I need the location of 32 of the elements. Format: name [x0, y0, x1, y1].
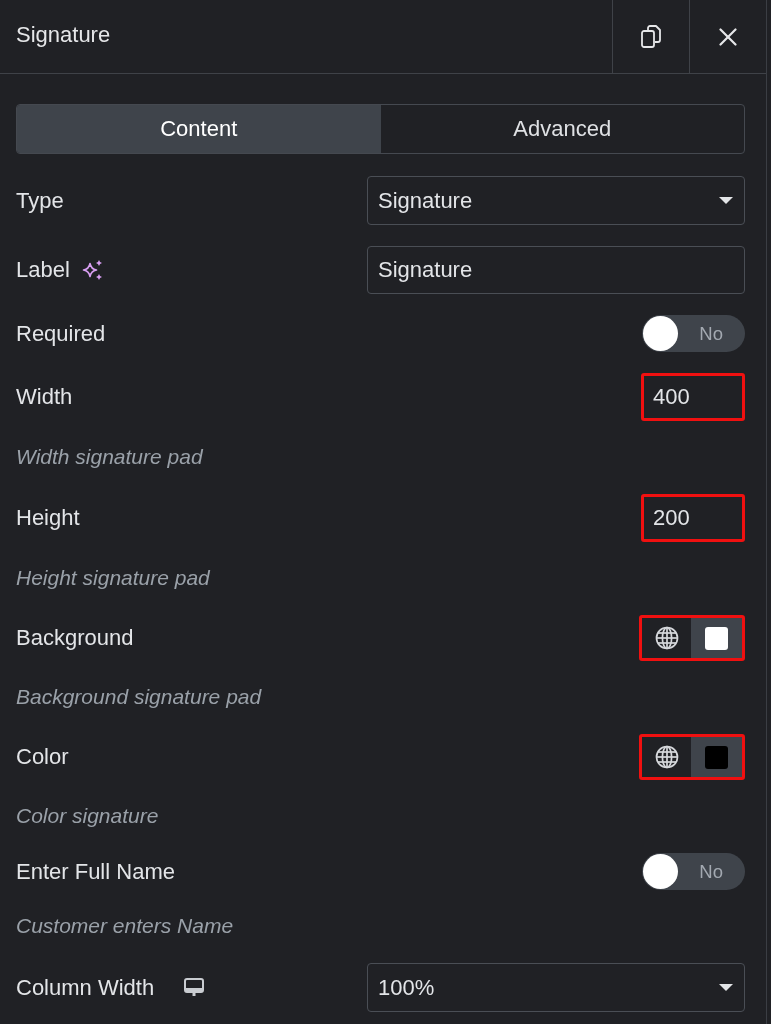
field-description: Customer enters Name [16, 914, 234, 937]
field-label: Required [16, 320, 106, 347]
field-description: Height signature pad [16, 566, 210, 589]
caret-icon [719, 197, 733, 204]
field-label: Height [16, 505, 80, 531]
field-label: Width [16, 384, 73, 410]
color-swatch-button[interactable] [691, 618, 742, 658]
copy-icon [641, 25, 661, 48]
field-label: Label [16, 257, 70, 283]
dropdown-field[interactable]: Signature [367, 176, 745, 225]
toggle-switch[interactable]: No [642, 315, 745, 352]
tab[interactable]: Content [17, 105, 381, 153]
field-label: Column Width [16, 974, 155, 1001]
close-icon [719, 27, 737, 46]
field-description: Background signature pad [16, 685, 262, 708]
number-field[interactable]: 400 [641, 373, 745, 421]
number-field[interactable]: 200 [641, 494, 745, 542]
field-description: Width signature pad [16, 445, 203, 468]
toggle-switch[interactable]: No [642, 853, 745, 890]
field-label: Color [16, 744, 69, 770]
dropdown-field[interactable]: 100% [367, 963, 745, 1012]
color-swatch-button[interactable] [691, 737, 742, 777]
panel-title: Signature [16, 22, 111, 48]
globe-icon [654, 745, 679, 769]
globe-icon [654, 626, 679, 650]
caret-icon [719, 984, 733, 991]
text-field[interactable]: Signature [367, 246, 745, 294]
field-label: Enter Full Name [16, 858, 175, 885]
field-label: Background [16, 625, 134, 651]
tab[interactable]: Advanced [380, 105, 744, 153]
field-description: Color signature [16, 804, 159, 827]
field-label: Type [16, 187, 64, 214]
